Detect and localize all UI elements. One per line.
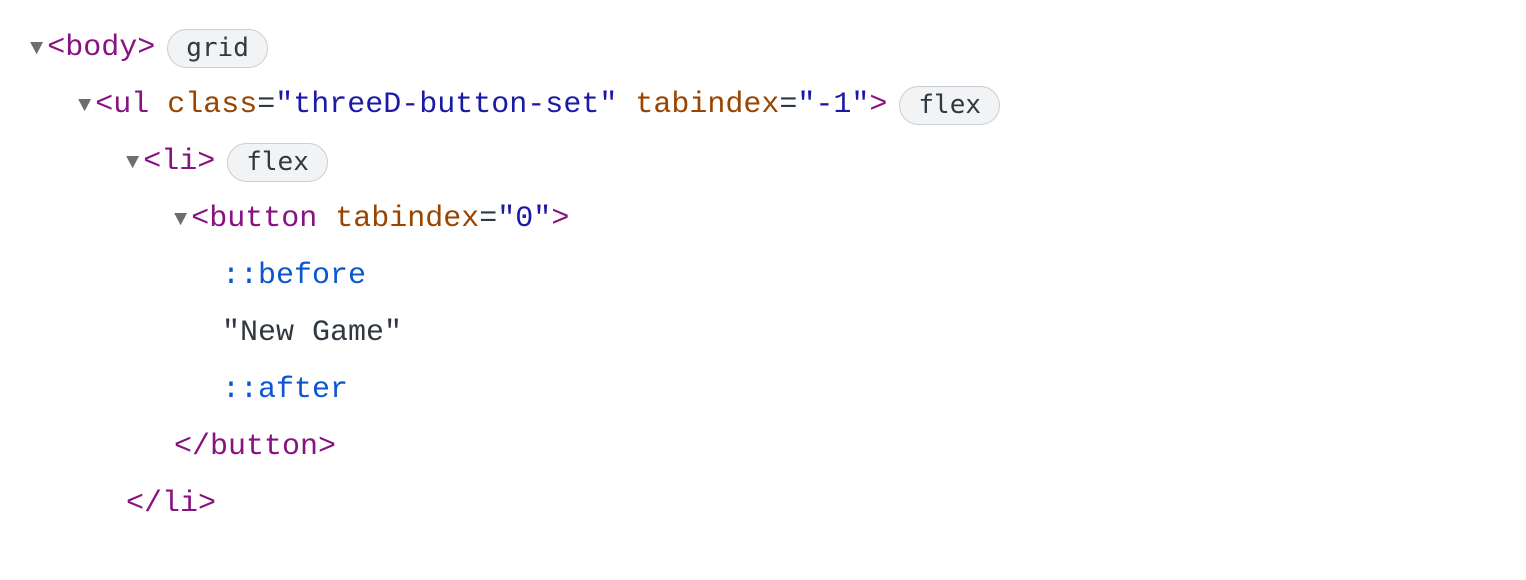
tag-bracket: > xyxy=(137,20,155,77)
dom-tree-row[interactable]: ▼<button tabindex="0"> xyxy=(30,191,1496,248)
dom-tree-row[interactable]: ▼<ulclass="threeD-button-set"tabindex="-… xyxy=(30,77,1496,134)
tag-name: li xyxy=(161,134,197,191)
dom-tree-row[interactable]: ▼<body> grid xyxy=(30,20,1496,77)
pseudo-element: ::after xyxy=(222,362,348,419)
expand-triangle-icon[interactable]: ▼ xyxy=(174,199,187,241)
attr-value: "-1" xyxy=(797,77,869,134)
tag-name: button xyxy=(209,191,317,248)
attr-name: tabindex xyxy=(335,191,479,248)
tag-bracket: > xyxy=(197,134,215,191)
tag-bracket: < xyxy=(95,77,113,134)
expand-triangle-icon[interactable]: ▼ xyxy=(78,85,91,127)
tag-bracket: > xyxy=(551,191,569,248)
attr-equals: = xyxy=(479,191,497,248)
tag-bracket: </ xyxy=(174,419,210,476)
tag-bracket: < xyxy=(143,134,161,191)
tag-name: button xyxy=(210,419,318,476)
pseudo-element: ::before xyxy=(222,248,366,305)
tag-name: li xyxy=(162,476,198,533)
dom-tree-row[interactable]: "New Game" xyxy=(30,305,1496,362)
text-node: "New Game" xyxy=(222,305,402,362)
tag-bracket: > xyxy=(198,476,216,533)
tag-bracket: < xyxy=(191,191,209,248)
attr-name: tabindex xyxy=(635,77,779,134)
tag-bracket: </ xyxy=(126,476,162,533)
attr-equals: = xyxy=(779,77,797,134)
tag-bracket: > xyxy=(869,77,887,134)
attr-value: "threeD-button-set" xyxy=(275,77,617,134)
attr-equals: = xyxy=(257,77,275,134)
attr-value: "0" xyxy=(497,191,551,248)
tag-name: ul xyxy=(113,77,149,134)
dom-tree-view: ▼<body>grid▼<ulclass="threeD-button-set"… xyxy=(30,20,1496,533)
expand-triangle-icon[interactable]: ▼ xyxy=(126,142,139,184)
expand-triangle-icon[interactable]: ▼ xyxy=(30,28,43,70)
dom-tree-row[interactable]: ::after xyxy=(30,362,1496,419)
dom-tree-row[interactable]: </button> xyxy=(30,419,1496,476)
tag-name: body xyxy=(65,20,137,77)
layout-badge[interactable]: grid xyxy=(167,29,268,69)
dom-tree-row[interactable]: ▼<li> flex xyxy=(30,134,1496,191)
dom-tree-row[interactable]: ::before xyxy=(30,248,1496,305)
tag-bracket: < xyxy=(47,20,65,77)
attr-name: class xyxy=(167,77,257,134)
layout-badge[interactable]: flex xyxy=(227,143,328,183)
dom-tree-row[interactable]: </li> xyxy=(30,476,1496,533)
layout-badge[interactable]: flex xyxy=(899,86,1000,126)
tag-bracket: > xyxy=(318,419,336,476)
